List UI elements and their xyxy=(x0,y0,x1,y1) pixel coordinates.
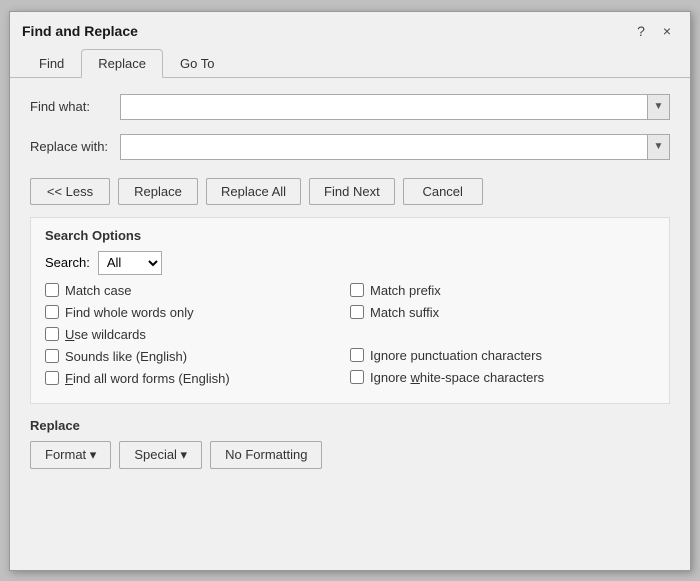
replace-btn-row: Format ▾ Special ▾ No Formatting xyxy=(30,441,670,469)
match-case-label[interactable]: Match case xyxy=(65,283,131,298)
match-prefix-item: Match prefix xyxy=(350,283,655,298)
match-prefix-label[interactable]: Match prefix xyxy=(370,283,441,298)
special-button[interactable]: Special ▾ xyxy=(119,441,202,469)
format-button[interactable]: Format ▾ xyxy=(30,441,111,469)
whole-words-label[interactable]: Find whole words only xyxy=(65,305,194,320)
ignore-punctuation-label[interactable]: Ignore punctuation characters xyxy=(370,348,542,363)
ignore-punctuation-item: Ignore punctuation characters xyxy=(350,348,655,363)
sounds-like-item: Sounds like (English) xyxy=(45,349,350,364)
replace-with-input-wrapper: ▼ xyxy=(120,134,670,160)
find-replace-dialog: Find and Replace ? × Find Replace Go To … xyxy=(9,11,691,571)
wildcards-label[interactable]: Use wildcards xyxy=(65,327,146,342)
whole-words-checkbox[interactable] xyxy=(45,305,59,319)
find-what-input[interactable] xyxy=(121,95,647,119)
replace-with-label: Replace with: xyxy=(30,139,120,154)
ignore-whitespace-item: Ignore white-space characters xyxy=(350,370,655,385)
match-suffix-label[interactable]: Match suffix xyxy=(370,305,439,320)
replace-with-row: Replace with: ▼ xyxy=(30,134,670,160)
action-buttons: << Less Replace Replace All Find Next Ca… xyxy=(30,174,670,205)
search-direction-select[interactable]: All Up Down xyxy=(98,251,162,275)
title-bar: Find and Replace ? × xyxy=(10,12,690,42)
dialog-content: Find what: ▼ Replace with: ▼ << Less Rep… xyxy=(10,78,690,570)
tab-find[interactable]: Find xyxy=(22,49,81,78)
ignore-whitespace-checkbox[interactable] xyxy=(350,370,364,384)
dialog-title: Find and Replace xyxy=(22,23,138,39)
find-next-button[interactable]: Find Next xyxy=(309,178,395,205)
less-button[interactable]: << Less xyxy=(30,178,110,205)
ignore-whitespace-label[interactable]: Ignore white-space characters xyxy=(370,370,544,385)
replace-with-dropdown[interactable]: ▼ xyxy=(647,135,669,159)
title-bar-right: ? × xyxy=(630,20,678,42)
close-button[interactable]: × xyxy=(656,20,678,42)
wildcards-item: Use wildcards xyxy=(45,327,350,342)
match-case-item: Match case xyxy=(45,283,350,298)
title-bar-left: Find and Replace xyxy=(22,23,138,39)
no-formatting-button[interactable]: No Formatting xyxy=(210,441,322,469)
replace-button[interactable]: Replace xyxy=(118,178,198,205)
match-suffix-checkbox[interactable] xyxy=(350,305,364,319)
all-word-forms-item: Find all word forms (English) xyxy=(45,371,350,386)
checkboxes-grid: Match case Find whole words only Use wil… xyxy=(45,283,655,393)
search-options-label: Search Options xyxy=(45,228,655,243)
tab-replace[interactable]: Replace xyxy=(81,49,163,78)
tab-bar: Find Replace Go To xyxy=(10,42,690,78)
help-button[interactable]: ? xyxy=(630,20,652,42)
search-direction-label: Search: xyxy=(45,255,90,270)
all-word-forms-label[interactable]: Find all word forms (English) xyxy=(65,371,230,386)
search-options-section: Search Options Search: All Up Down Match… xyxy=(30,217,670,404)
match-prefix-checkbox[interactable] xyxy=(350,283,364,297)
match-suffix-item: Match suffix xyxy=(350,305,655,320)
sounds-like-label[interactable]: Sounds like (English) xyxy=(65,349,187,364)
replace-section: Replace Format ▾ Special ▾ No Formatting xyxy=(30,418,670,469)
right-checkboxes: Match prefix Match suffix Ignore punctua… xyxy=(350,283,655,393)
left-checkboxes: Match case Find whole words only Use wil… xyxy=(45,283,350,393)
find-what-row: Find what: ▼ xyxy=(30,94,670,120)
sounds-like-checkbox[interactable] xyxy=(45,349,59,363)
wildcards-checkbox[interactable] xyxy=(45,327,59,341)
replace-with-input[interactable] xyxy=(121,135,647,159)
ignore-punctuation-checkbox[interactable] xyxy=(350,348,364,362)
cancel-button[interactable]: Cancel xyxy=(403,178,483,205)
tab-goto[interactable]: Go To xyxy=(163,49,231,78)
replace-section-label: Replace xyxy=(30,418,670,433)
match-case-checkbox[interactable] xyxy=(45,283,59,297)
find-what-label: Find what: xyxy=(30,99,120,114)
find-what-dropdown[interactable]: ▼ xyxy=(647,95,669,119)
search-direction-row: Search: All Up Down xyxy=(45,251,655,275)
find-what-input-wrapper: ▼ xyxy=(120,94,670,120)
whole-words-item: Find whole words only xyxy=(45,305,350,320)
all-word-forms-checkbox[interactable] xyxy=(45,371,59,385)
replace-all-button[interactable]: Replace All xyxy=(206,178,301,205)
